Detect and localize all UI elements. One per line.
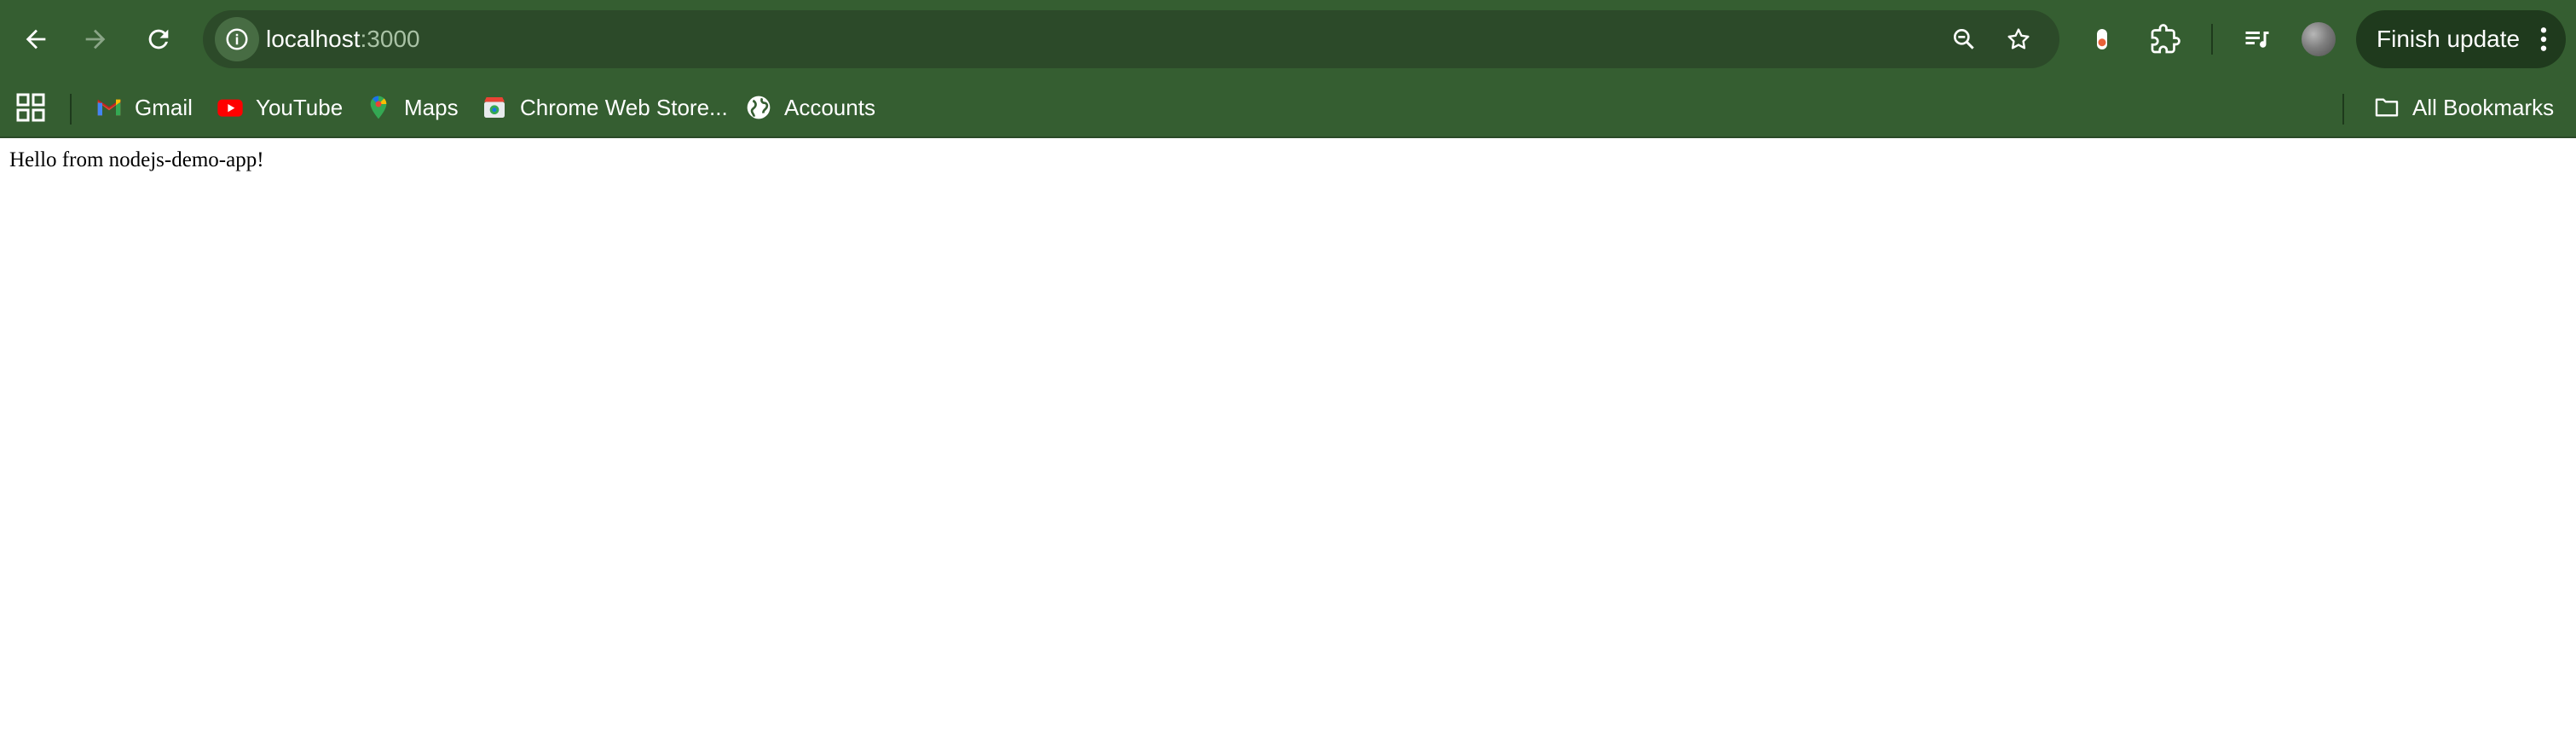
- bookmarks-divider-left: [70, 94, 72, 125]
- browser-toolbar: localhost:3000 Finish update: [0, 0, 2576, 78]
- bookmark-label: Gmail: [135, 94, 193, 120]
- gmail-icon: [95, 94, 123, 121]
- page-body-text: Hello from nodejs-demo-app!: [9, 148, 264, 171]
- back-button[interactable]: [12, 15, 60, 63]
- forward-arrow-icon: [85, 29, 106, 49]
- youtube-icon: [217, 94, 244, 121]
- apps-grid-icon[interactable]: [15, 92, 46, 123]
- bookmark-label: Accounts: [784, 94, 875, 120]
- reload-button[interactable]: [135, 15, 182, 63]
- bookmark-star-button[interactable]: [1998, 19, 2039, 60]
- maps-icon: [365, 94, 392, 121]
- queue-music-icon: [2245, 32, 2269, 48]
- toolbar-divider: [2211, 24, 2213, 55]
- finish-update-button[interactable]: Finish update: [2356, 10, 2566, 68]
- puzzle-icon: [2151, 24, 2180, 54]
- url-host: localhost: [266, 26, 361, 52]
- folder-icon: [2373, 94, 2400, 121]
- bookmark-youtube[interactable]: YouTube: [217, 87, 343, 128]
- bookmark-chrome-web-store[interactable]: Chrome Web Store...: [481, 87, 728, 128]
- zoom-out-icon: [1954, 28, 1974, 49]
- bookmark-label: Maps: [404, 94, 459, 120]
- site-info-button[interactable]: [215, 17, 259, 61]
- all-bookmarks-button[interactable]: All Bookmarks: [2373, 87, 2554, 128]
- url-text[interactable]: localhost:3000: [266, 10, 420, 68]
- media-controls-button[interactable]: [2235, 17, 2279, 61]
- zoom-button[interactable]: [1944, 19, 1984, 60]
- extension-button[interactable]: [2080, 17, 2124, 61]
- chrome-web-store-icon: [481, 94, 508, 121]
- url-port: :3000: [360, 26, 420, 52]
- star-icon: [2007, 28, 2030, 49]
- bookmarks-divider-right: [2342, 94, 2344, 125]
- profile-avatar[interactable]: [2302, 22, 2336, 56]
- toolbar-bottom-border: [0, 136, 2576, 138]
- reload-icon: [148, 29, 169, 49]
- forward-button[interactable]: [72, 15, 119, 63]
- globe-icon: [745, 94, 772, 121]
- bookmark-accounts[interactable]: Accounts: [745, 87, 875, 128]
- bookmark-label: Chrome Web Store...: [520, 94, 728, 120]
- back-arrow-icon: [26, 29, 46, 49]
- extensions-menu-button[interactable]: [2143, 17, 2187, 61]
- all-bookmarks-label: All Bookmarks: [2412, 94, 2555, 120]
- address-bar[interactable]: localhost:3000: [203, 10, 2059, 68]
- bookmark-gmail[interactable]: Gmail: [95, 87, 193, 128]
- bookmark-label: YouTube: [256, 94, 344, 120]
- bookmark-maps[interactable]: Maps: [365, 87, 459, 128]
- toggle-extension-icon: [2097, 29, 2107, 49]
- finish-update-label: Finish update: [2377, 26, 2521, 52]
- info-icon: [226, 28, 248, 50]
- more-vertical-icon: [2540, 27, 2547, 51]
